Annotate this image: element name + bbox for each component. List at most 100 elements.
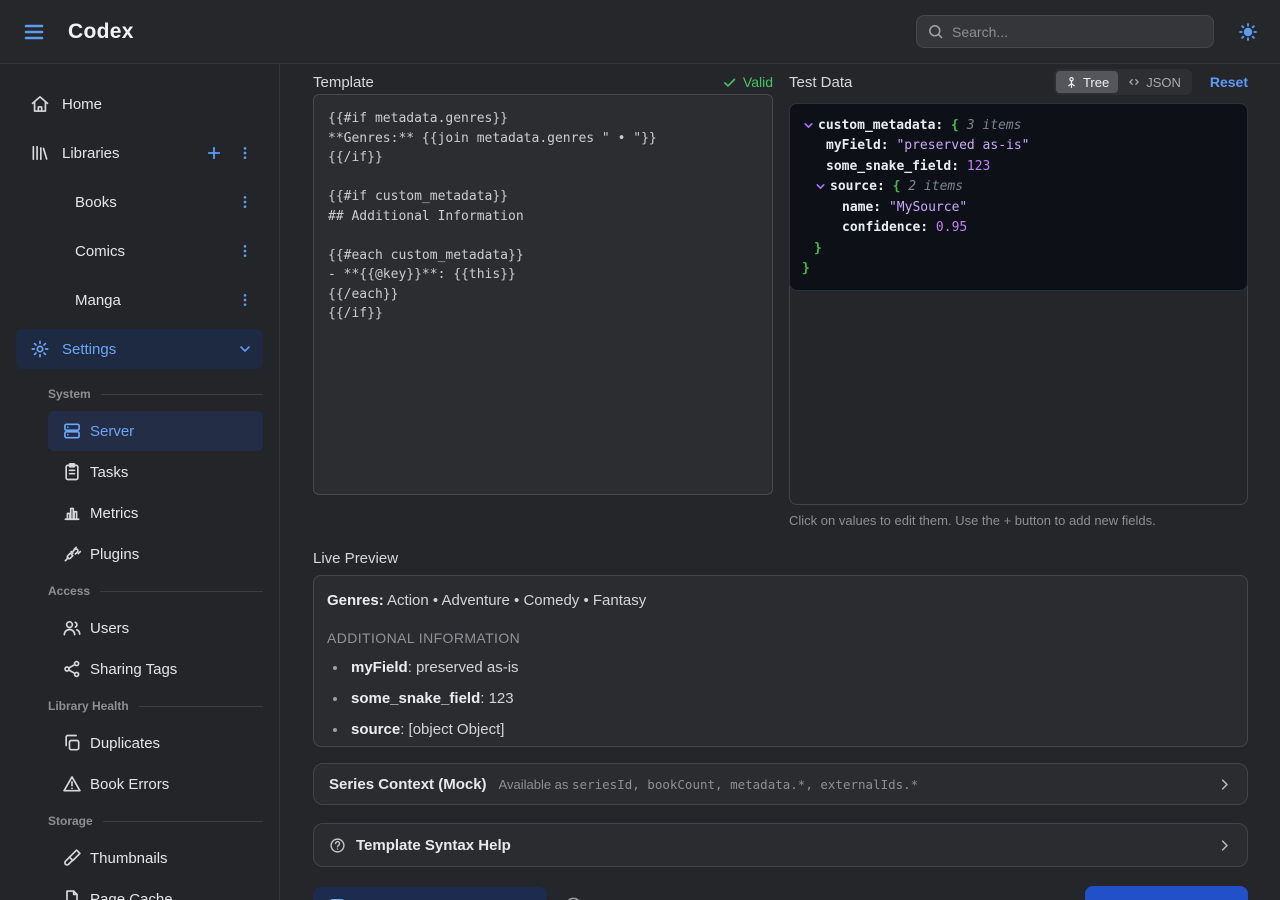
test-data-panel: Test Data Tree JSON Rese <box>789 70 1248 528</box>
revert-changes-button[interactable]: Revert Changes <box>938 887 1069 900</box>
test-data-container: custom_metadata: { 3 itemsmyField: "pres… <box>789 103 1248 505</box>
sidebar-section-system: System <box>48 385 263 403</box>
template-syntax-help-accordion[interactable]: Template Syntax Help <box>313 823 1248 867</box>
sidebar-item-label: Books <box>75 194 117 211</box>
preview-list-item: source: [object Object] <box>327 721 1234 738</box>
topbar: Codex <box>0 0 1280 64</box>
sidebar-item-label: Tasks <box>90 464 128 481</box>
info-circle-icon[interactable] <box>564 896 583 900</box>
chevron-down-icon[interactable] <box>802 119 815 132</box>
chevron-down-icon[interactable] <box>814 180 827 193</box>
sidebar-item-book-errors[interactable]: Book Errors <box>48 764 263 804</box>
tree-row[interactable]: myField: "preserved as-is" <box>802 136 1235 157</box>
sidebar-item-users[interactable]: Users <box>48 608 263 648</box>
choose-example-template-button[interactable]: Choose Example Template <box>313 887 547 900</box>
chevron-down-icon[interactable] <box>237 341 253 357</box>
gear-icon <box>30 339 50 359</box>
sidebar: Home Libraries Books Comics Manga Settings Sys… <box>0 64 280 900</box>
sidebar-item-manga[interactable]: Manga <box>16 280 263 320</box>
sidebar-item-tasks[interactable]: Tasks <box>48 452 263 492</box>
series-context-title: Series Context (Mock) <box>329 776 487 793</box>
kebab-icon[interactable] <box>237 194 253 210</box>
sidebar-section-library-health: Library Health <box>48 697 263 715</box>
sidebar-item-duplicates[interactable]: Duplicates <box>48 723 263 763</box>
save-template-button[interactable]: Save Template <box>1085 886 1248 900</box>
sidebar-item-comics[interactable]: Comics <box>16 231 263 271</box>
sidebar-item-home[interactable]: Home <box>16 84 263 124</box>
hamburger-menu-icon[interactable] <box>22 20 46 44</box>
sidebar-item-label: Page Cache <box>90 891 173 900</box>
sidebar-item-plugins[interactable]: Plugins <box>48 534 263 574</box>
sidebar-item-server[interactable]: Server <box>48 411 263 451</box>
preview-list-item: myField: preserved as-is <box>327 659 1234 676</box>
sidebar-item-page-cache[interactable]: Page Cache <box>48 879 263 900</box>
brush-icon <box>62 848 82 868</box>
app-title: Codex <box>68 20 134 44</box>
tree-row[interactable]: } <box>802 238 1235 259</box>
tree-row[interactable]: confidence: 0.95 <box>802 218 1235 239</box>
live-preview-title: Live Preview <box>313 550 1248 567</box>
help-circle-icon <box>329 837 346 854</box>
kebab-icon[interactable] <box>237 145 253 161</box>
chevron-right-icon <box>1217 838 1232 853</box>
valid-label: Valid <box>743 74 773 90</box>
template-valid-badge: Valid <box>722 74 773 90</box>
share-icon <box>62 659 82 679</box>
preview-list: myField: preserved as-issome_snake_field… <box>327 659 1234 738</box>
sidebar-item-label: Settings <box>62 341 116 358</box>
view-toggle: Tree JSON <box>1054 69 1192 95</box>
tree-row[interactable]: some_snake_field: 123 <box>802 156 1235 177</box>
sidebar-item-label: Plugins <box>90 546 139 563</box>
chevron-right-icon <box>1217 777 1232 792</box>
preview-genres-value: Action • Adventure • Comedy • Fantasy <box>384 592 647 609</box>
check-icon <box>722 75 737 90</box>
sidebar-item-thumbnails[interactable]: Thumbnails <box>48 838 263 878</box>
tree-icon <box>1065 76 1078 89</box>
sidebar-item-label: Comics <box>75 243 125 260</box>
series-context-hint: Available as seriesId, bookCount, metada… <box>499 777 919 792</box>
footer-actions: Choose Example Template Revert Changes S… <box>313 885 1248 900</box>
users-icon <box>62 618 82 638</box>
test-data-hint: Click on values to edit them. Use the + … <box>789 513 1248 528</box>
sidebar-item-sharing-tags[interactable]: Sharing Tags <box>48 649 263 689</box>
kebab-icon[interactable] <box>237 292 253 308</box>
preview-genres-line: Genres: Action • Adventure • Comedy • Fa… <box>327 592 1234 609</box>
template-code-editor[interactable]: {{#if metadata.genres}} **Genres:** {{jo… <box>313 94 773 495</box>
theme-sun-icon[interactable] <box>1238 22 1258 42</box>
sidebar-item-label: Manga <box>75 292 121 309</box>
plug-icon <box>62 544 82 564</box>
sidebar-nav: Home Libraries Books Comics Manga Settings Sys… <box>0 84 279 900</box>
sidebar-item-settings[interactable]: Settings <box>16 329 263 369</box>
library-icon <box>30 143 50 163</box>
sidebar-item-label: Duplicates <box>90 735 160 752</box>
tree-row[interactable]: name: "MySource" <box>802 197 1235 218</box>
copy-icon <box>62 733 82 753</box>
sidebar-section-storage: Storage <box>48 812 263 830</box>
server-icon <box>62 421 82 441</box>
view-toggle-tree[interactable]: Tree <box>1056 71 1118 93</box>
sidebar-item-label: Server <box>90 423 134 440</box>
json-tree-view[interactable]: custom_metadata: { 3 itemsmyField: "pres… <box>789 103 1248 291</box>
warning-icon <box>62 774 82 794</box>
home-icon <box>30 94 50 114</box>
search-input[interactable] <box>952 24 1203 40</box>
plus-icon[interactable] <box>205 144 223 162</box>
preview-genres-label: Genres: <box>327 592 384 609</box>
series-context-accordion[interactable]: Series Context (Mock) Available as serie… <box>313 763 1248 805</box>
clipboard-icon <box>62 462 82 482</box>
live-preview-card: Genres: Action • Adventure • Comedy • Fa… <box>313 575 1248 747</box>
sidebar-item-metrics[interactable]: Metrics <box>48 493 263 533</box>
tree-row[interactable]: source: { 2 items <box>802 177 1235 198</box>
kebab-icon[interactable] <box>237 243 253 259</box>
chart-icon <box>62 503 82 523</box>
view-toggle-json[interactable]: JSON <box>1118 71 1190 93</box>
search-box[interactable] <box>916 15 1214 48</box>
sidebar-item-books[interactable]: Books <box>16 182 263 222</box>
tree-row[interactable]: } <box>802 259 1235 280</box>
sidebar-item-label: Book Errors <box>90 776 169 793</box>
reset-button[interactable]: Reset <box>1210 74 1248 90</box>
pdf-icon <box>62 889 82 900</box>
sidebar-item-libraries[interactable]: Libraries <box>16 133 263 173</box>
sidebar-item-label: Libraries <box>62 145 120 162</box>
tree-row[interactable]: custom_metadata: { 3 items <box>802 115 1235 136</box>
